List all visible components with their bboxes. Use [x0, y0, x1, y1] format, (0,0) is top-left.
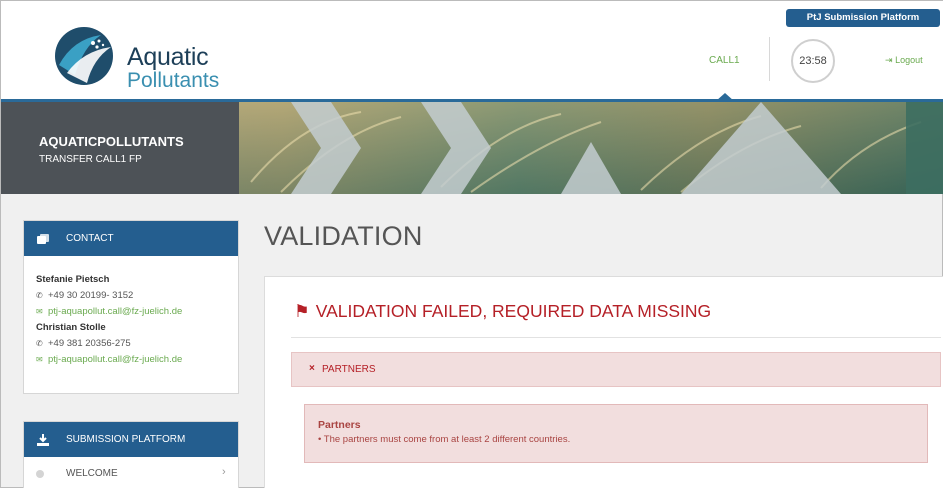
- nav-divider: [769, 37, 770, 81]
- partners-section-toggle[interactable]: × PARTNERS: [291, 352, 941, 387]
- program-title: AQUATICPOLLUTANTS: [39, 134, 184, 149]
- submission-platform-panel: SUBMISSION PLATFORM WELCOME ›: [23, 421, 239, 488]
- contact-list: Stefanie Pietsch ✆ +49 30 20199- 3152 ✉ pt…: [24, 256, 238, 393]
- chevron-right-icon: ›: [222, 466, 226, 478]
- aquatic-pollutants-logo[interactable]: Aquatic Pollutants: [53, 21, 233, 92]
- envelope-icon: ✉: [36, 355, 43, 364]
- session-timer: 23:58: [791, 39, 835, 83]
- alert-message: • The partners must come from at least 2…: [318, 434, 571, 445]
- contact-email-link[interactable]: ✉ ptj-aquapollut.call@fz-juelich.de: [36, 306, 226, 317]
- logout-icon: ⇥: [885, 55, 893, 65]
- validation-status: ⚑ VALIDATION FAILED, REQUIRED DATA MISSIN…: [294, 301, 711, 322]
- submission-panel-header: SUBMISSION PLATFORM: [24, 422, 238, 457]
- alert-title: Partners: [318, 419, 361, 431]
- submission-heading: SUBMISSION PLATFORM: [66, 434, 186, 445]
- envelope-icon: ✉: [36, 307, 43, 316]
- validation-status-text: VALIDATION FAILED, REQUIRED DATA MISSING: [315, 301, 712, 321]
- contact-cards-icon: [37, 234, 49, 244]
- hero-banner: AQUATICPOLLUTANTS TRANSFER CALL1 FP: [1, 102, 943, 194]
- partners-section-label: PARTNERS: [322, 364, 376, 375]
- logo-text-pollutants: Pollutants: [127, 69, 220, 92]
- contact-name: Christian Stolle: [36, 322, 106, 333]
- sidebar-item-welcome[interactable]: WELCOME ›: [24, 457, 238, 488]
- program-subtitle: TRANSFER CALL1 FP: [39, 154, 142, 165]
- contact-heading: CONTACT: [66, 233, 114, 244]
- contact-name: Stefanie Pietsch: [36, 274, 110, 285]
- status-dot-icon: [36, 470, 44, 478]
- partners-error-alert: Partners • The partners must come from a…: [304, 404, 928, 463]
- sidebar-item-label: WELCOME: [66, 468, 118, 479]
- program-title-box: AQUATICPOLLUTANTS TRANSFER CALL1 FP: [1, 102, 239, 194]
- contact-phone[interactable]: ✆ +49 381 20356-275: [36, 338, 226, 349]
- phone-icon: ✆: [36, 291, 43, 300]
- phone-icon: ✆: [36, 339, 43, 348]
- flag-icon: ⚑: [294, 301, 310, 321]
- contact-phone[interactable]: ✆ +49 30 20199- 3152: [36, 290, 226, 301]
- download-icon: [37, 434, 49, 446]
- logo-text-aquatic: Aquatic: [127, 43, 209, 71]
- contact-panel-header: CONTACT: [24, 221, 238, 256]
- contact-panel: CONTACT Stefanie Pietsch ✆ +49 30 20199- …: [23, 220, 239, 394]
- active-nav-indicator: [716, 93, 734, 101]
- logout-link[interactable]: ⇥ Logout: [885, 55, 923, 66]
- logo-wave-icon: [55, 27, 113, 85]
- nav-item-call1[interactable]: CALL1: [709, 55, 740, 66]
- error-x-icon: ×: [309, 363, 315, 374]
- logout-label: Logout: [895, 55, 923, 65]
- platform-tab[interactable]: PtJ Submission Platform: [786, 9, 940, 27]
- contact-email-link[interactable]: ✉ ptj-aquapollut.call@fz-juelich.de: [36, 354, 226, 365]
- page-title: VALIDATION: [264, 221, 423, 251]
- site-header: Aquatic Pollutants PtJ Submission Platfo…: [1, 1, 943, 102]
- divider: [291, 337, 941, 338]
